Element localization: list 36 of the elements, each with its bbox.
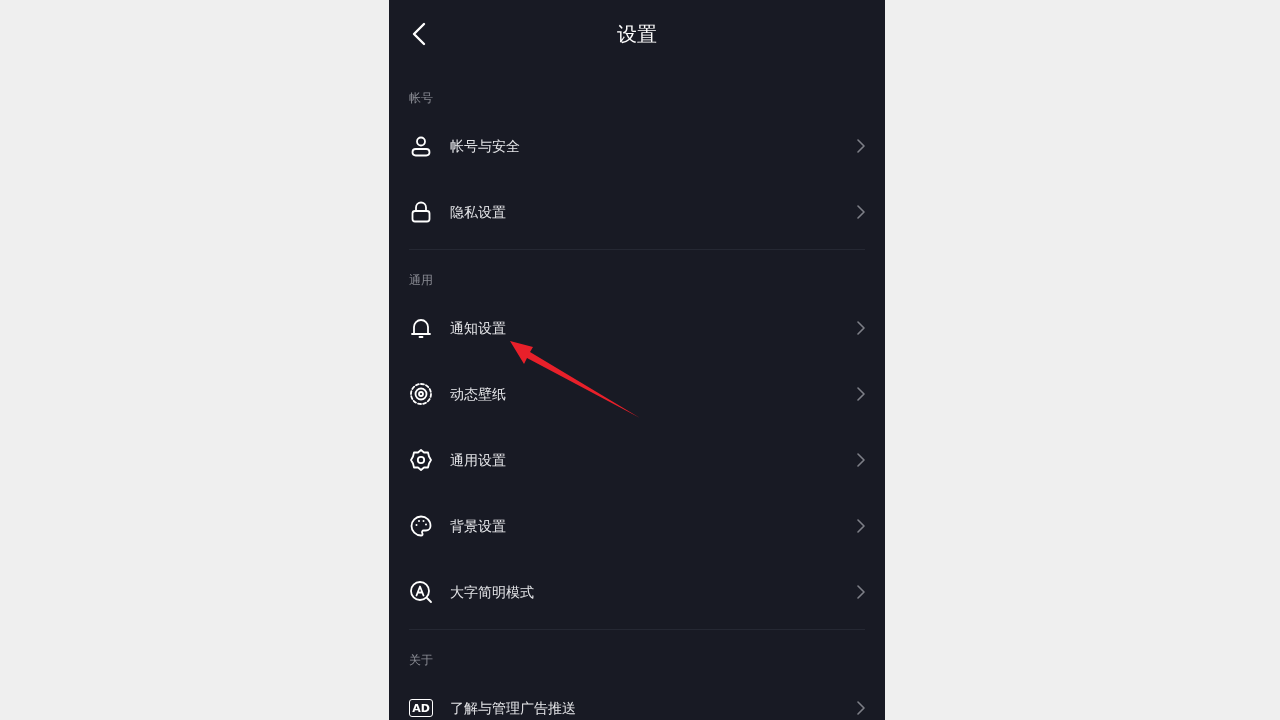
chevron-right-icon bbox=[857, 321, 865, 335]
section-label: 帐号 bbox=[409, 90, 433, 107]
row-label: 通用设置 bbox=[450, 450, 507, 470]
row-label: 隐私设置 bbox=[450, 202, 507, 222]
row-label: 帐号与安全 bbox=[450, 136, 521, 156]
page-title: 设置 bbox=[617, 21, 657, 48]
magnifier-letter-icon bbox=[409, 580, 433, 604]
target-icon bbox=[409, 382, 433, 406]
row-label: 通知设置 bbox=[450, 318, 507, 338]
settings-row[interactable]: 大字简明模式 bbox=[389, 559, 885, 625]
settings-row[interactable]: 动态壁纸 bbox=[389, 361, 885, 427]
row-label: 了解与管理广告推送 bbox=[450, 698, 577, 718]
chevron-right-icon bbox=[857, 139, 865, 153]
row-label: 背景设置 bbox=[450, 516, 507, 536]
chevron-right-icon bbox=[857, 453, 865, 467]
lock-icon bbox=[409, 200, 433, 224]
settings-row[interactable]: 帐号与安全 bbox=[389, 113, 885, 179]
row-label: 大字简明模式 bbox=[450, 582, 535, 602]
settings-icon bbox=[409, 448, 433, 472]
row-label: 动态壁纸 bbox=[450, 384, 507, 404]
chevron-right-icon bbox=[857, 585, 865, 599]
chevron-right-icon bbox=[857, 519, 865, 533]
settings-row[interactable]: 隐私设置 bbox=[389, 179, 885, 245]
settings-row[interactable]: 背景设置 bbox=[389, 493, 885, 559]
ad-icon: AD bbox=[409, 699, 433, 717]
chevron-right-icon bbox=[857, 387, 865, 401]
chevron-right-icon bbox=[857, 701, 865, 715]
section-label: 通用 bbox=[409, 272, 433, 289]
chevron-right-icon bbox=[857, 205, 865, 219]
person-icon bbox=[409, 134, 433, 158]
settings-row[interactable]: 通知设置 bbox=[389, 295, 885, 361]
settings-row[interactable]: AD 了解与管理广告推送 bbox=[389, 675, 885, 720]
palette-icon bbox=[409, 514, 433, 538]
bell-icon bbox=[409, 316, 433, 340]
settings-row[interactable]: 通用设置 bbox=[389, 427, 885, 493]
section-label: 关于 bbox=[409, 652, 433, 669]
